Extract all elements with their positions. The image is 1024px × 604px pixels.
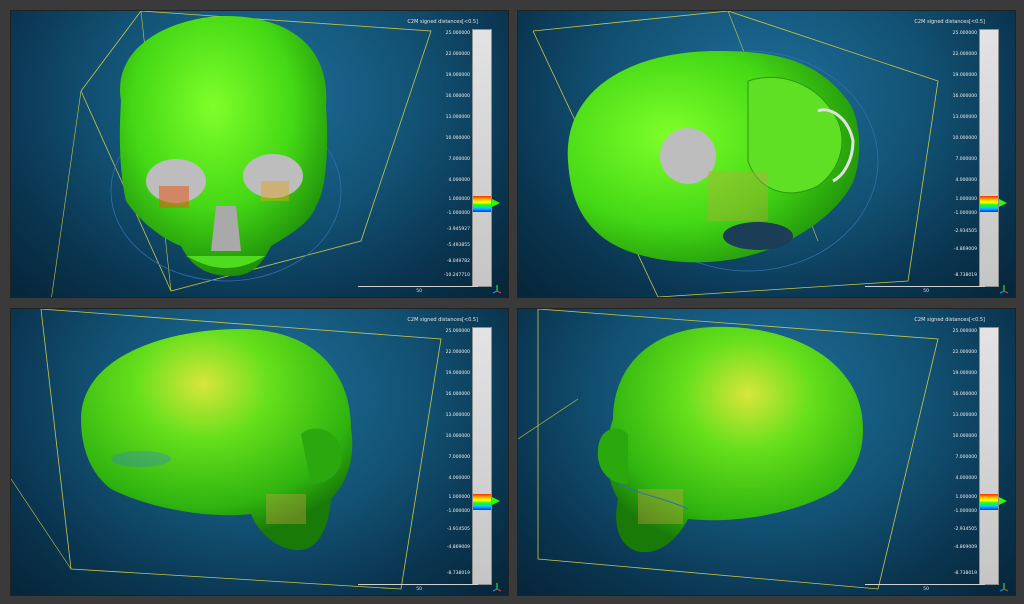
scale-bar: [865, 286, 985, 287]
scale-tick: 1.000000: [448, 495, 470, 500]
axis-gizmo-icon: [492, 285, 502, 294]
scale-tick: 10.000000: [952, 434, 977, 439]
scale-marker[interactable]: [492, 497, 500, 505]
nasal-cavity: [211, 206, 241, 251]
scale-marker[interactable]: [492, 199, 500, 207]
scale-tick: -10.247710: [444, 273, 470, 278]
scale-tick: 7.000000: [448, 157, 470, 162]
scale-tick: 13.000000: [445, 115, 470, 120]
color-scale-bar[interactable]: [472, 327, 492, 585]
viewport-left[interactable]: C2M signed distances[<0.5] 25.000000 22.…: [517, 308, 1016, 596]
scale-tick: -4.869009: [953, 545, 977, 550]
scale-tick: 19.000000: [952, 73, 977, 78]
scale-tick: -2.934505: [953, 527, 977, 532]
scale-tick: -1.000000: [953, 509, 977, 514]
scale-tick: -2.934505: [953, 229, 977, 234]
color-scale-bar[interactable]: [472, 29, 492, 287]
scalar-field-title: C2M signed distances[<0.5]: [914, 317, 985, 323]
scale-tick: 22.000000: [952, 350, 977, 355]
scale-label: 50: [416, 587, 422, 592]
scale-label: 50: [923, 587, 929, 592]
scale-tick: -8.738019: [953, 273, 977, 278]
viewport-right[interactable]: C2M signed distances[<0.5] 25.000000 22.…: [10, 308, 509, 596]
scale-tick: 7.000000: [955, 455, 977, 460]
scale-tick: 1.000000: [955, 495, 977, 500]
color-scale-bar[interactable]: [979, 327, 999, 585]
scale-tick: 22.000000: [445, 350, 470, 355]
scale-tick: -4.869009: [953, 247, 977, 252]
scale-tick: 7.000000: [448, 455, 470, 460]
axis-gizmo-icon: [492, 583, 502, 592]
scale-tick: -3.945927: [446, 227, 470, 232]
scale-tick: 16.000000: [952, 94, 977, 99]
scale-tick: -8.738019: [953, 571, 977, 576]
scale-tick: 19.000000: [952, 371, 977, 376]
scale-marker[interactable]: [999, 199, 1007, 207]
scale-tick: 10.000000: [952, 136, 977, 141]
scale-tick: 4.000000: [955, 476, 977, 481]
scalar-field-title: C2M signed distances[<0.5]: [407, 19, 478, 25]
scale-tick: -5.493855: [446, 243, 470, 248]
axis-gizmo-icon: [999, 583, 1009, 592]
scale-tick: 4.000000: [448, 178, 470, 183]
foramen-magnum: [660, 128, 716, 184]
scale-bar: [865, 584, 985, 585]
scale-tick: 10.000000: [445, 434, 470, 439]
scale-tick: 19.000000: [445, 371, 470, 376]
scale-tick: 25.000000: [952, 329, 977, 334]
scale-tick: -1.000000: [953, 211, 977, 216]
axis-gizmo-icon: [999, 285, 1009, 294]
scale-tick: 1.000000: [955, 197, 977, 202]
scalar-field-title: C2M signed distances[<0.5]: [407, 317, 478, 323]
scale-tick: 16.000000: [952, 392, 977, 397]
scale-tick: -3.914505: [446, 527, 470, 532]
scale-tick: 7.000000: [955, 157, 977, 162]
scale-tick: 4.000000: [955, 178, 977, 183]
scale-tick: 25.000000: [445, 329, 470, 334]
scale-tick: 10.000000: [445, 136, 470, 141]
scale-tick: 16.000000: [445, 392, 470, 397]
scale-tick: 1.000000: [448, 197, 470, 202]
viewport-front[interactable]: C2M signed distances[<0.5] 25.000000 22.…: [10, 10, 509, 298]
scale-label: 50: [416, 289, 422, 294]
scale-tick: -1.000000: [446, 509, 470, 514]
scale-tick: 13.000000: [952, 115, 977, 120]
scale-tick: -1.000000: [446, 211, 470, 216]
color-scale-bar[interactable]: [979, 29, 999, 287]
scale-tick: 19.000000: [445, 73, 470, 78]
scale-tick: 25.000000: [445, 31, 470, 36]
scale-bar: [358, 286, 478, 287]
scale-marker[interactable]: [999, 497, 1007, 505]
scale-tick: 13.000000: [952, 413, 977, 418]
scale-tick: -8.049782: [446, 259, 470, 264]
scale-tick: -8.738019: [446, 571, 470, 576]
scale-tick: 22.000000: [445, 52, 470, 57]
scale-tick: 13.000000: [445, 413, 470, 418]
scale-tick: -4.869009: [446, 545, 470, 550]
scalar-field-title: C2M signed distances[<0.5]: [914, 19, 985, 25]
scale-tick: 16.000000: [445, 94, 470, 99]
viewport-bottom[interactable]: C2M signed distances[<0.5] 25.000000 22.…: [517, 10, 1016, 298]
scale-tick: 4.000000: [448, 476, 470, 481]
scale-tick: 25.000000: [952, 31, 977, 36]
scale-bar: [358, 584, 478, 585]
scale-label: 50: [923, 289, 929, 294]
scale-tick: 22.000000: [952, 52, 977, 57]
